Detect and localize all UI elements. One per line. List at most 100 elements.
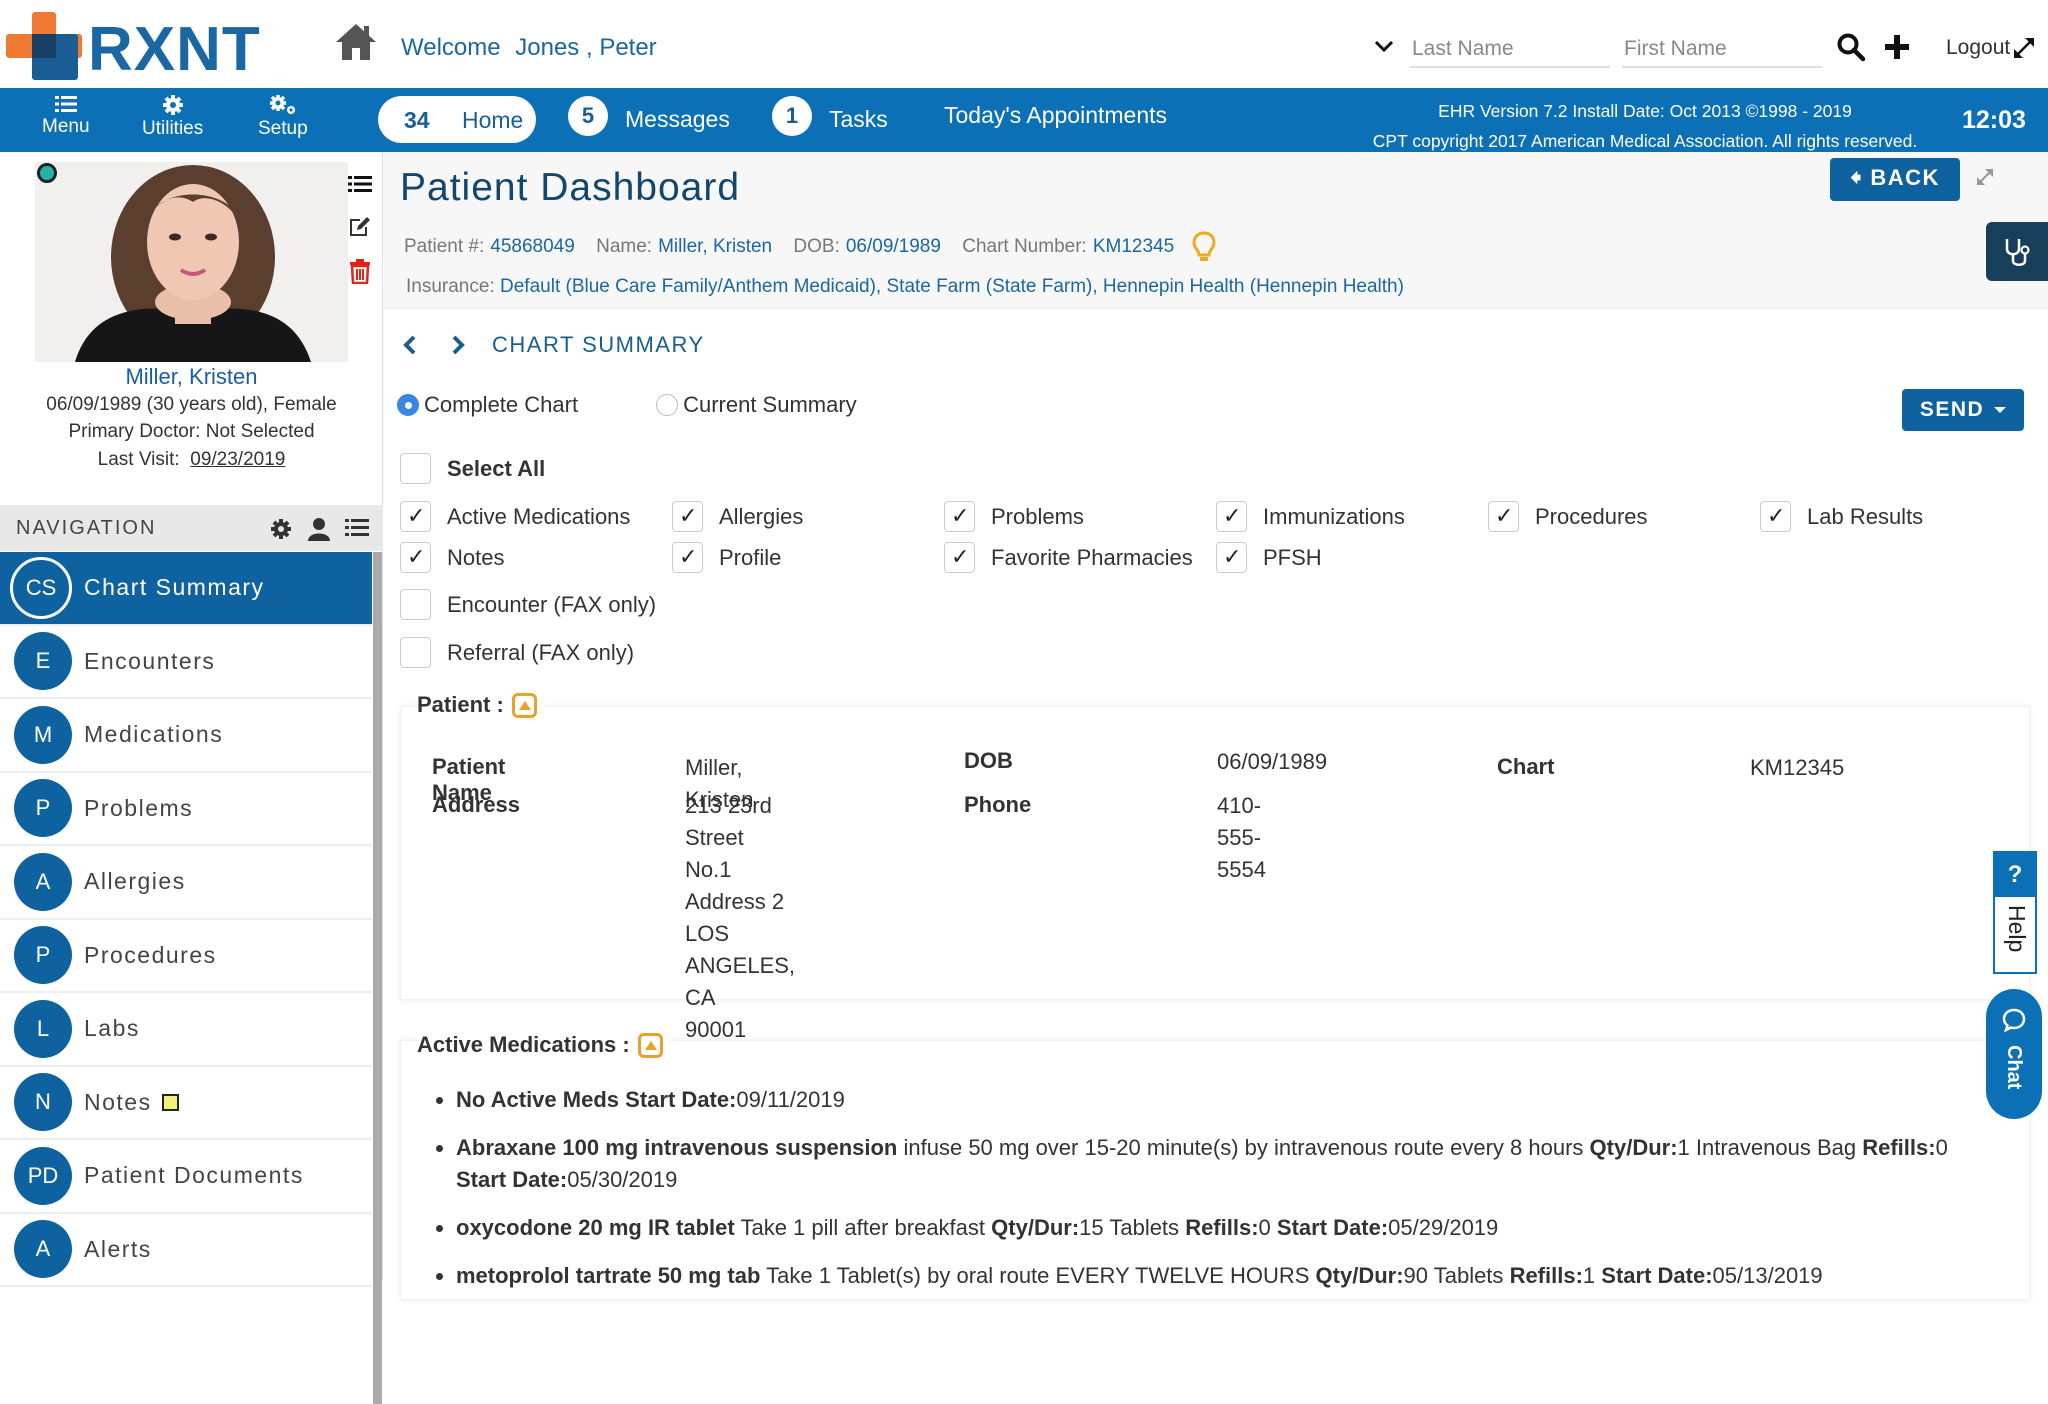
delete-patient-button[interactable] [348, 258, 378, 285]
nav-item-patient-documents[interactable]: PD Patient Documents [0, 1140, 372, 1214]
refills-label: Refills: [1185, 1215, 1259, 1240]
chat-tab[interactable]: Chat [1986, 989, 2042, 1119]
logout-link[interactable]: Logout [1946, 36, 2010, 60]
checkbox-label: PFSH [1263, 544, 1322, 570]
nav-item-alerts[interactable]: A Alerts [0, 1213, 372, 1287]
nav-abbr-badge: A [14, 1220, 72, 1279]
setup-label: Setup [258, 118, 308, 139]
sidebar-scrollbar[interactable] [373, 552, 382, 1404]
user-icon[interactable] [307, 517, 331, 541]
checkbox-favorite-pharmacies[interactable]: Favorite Pharmacies [944, 542, 1193, 573]
list-icon [348, 176, 372, 192]
checkbox-procedures[interactable]: Procedures [1488, 501, 1648, 532]
lightbulb-icon[interactable] [1191, 230, 1217, 264]
chevron-down-icon[interactable] [1372, 36, 1396, 56]
radio-label: Complete Chart [424, 392, 579, 417]
checkbox-box[interactable] [400, 453, 431, 484]
nav-item-medications[interactable]: M Medications [0, 699, 372, 773]
search-icon[interactable] [1836, 32, 1866, 62]
radio-current-summary[interactable]: Current Summary [656, 392, 857, 418]
last-visit-date-link[interactable]: 09/23/2019 [190, 449, 285, 470]
address-label: Address [432, 792, 521, 817]
nav-abbr-badge: P [14, 926, 72, 985]
clinical-tools-button[interactable] [1986, 222, 2048, 281]
utilities-button[interactable]: Utilities [142, 94, 203, 140]
qty-label: Qty/Dur: [991, 1215, 1080, 1240]
setup-button[interactable]: Setup [258, 94, 308, 140]
sidebar-patient-name[interactable]: Miller, Kristen [0, 364, 383, 390]
nav-item-procedures[interactable]: P Procedures [0, 919, 372, 993]
nav-abbr-badge: P [14, 779, 72, 838]
checkbox-profile[interactable]: Profile [672, 542, 781, 573]
messages-link[interactable]: 5 Messages [568, 96, 730, 136]
tasks-link[interactable]: 1 Tasks [772, 96, 888, 136]
todays-appointments-link[interactable]: Today's Appointments [944, 102, 1167, 129]
nav-item-notes[interactable]: N Notes [0, 1066, 372, 1140]
checkbox-box[interactable] [400, 637, 431, 668]
home-icon[interactable] [334, 22, 378, 62]
summary-type-radio-group: Complete Chart Current Summary [397, 392, 935, 418]
collapse-icon[interactable] [511, 692, 537, 718]
nav-item-allergies[interactable]: A Allergies [0, 846, 372, 920]
back-button[interactable]: 🠸 BACK [1830, 158, 1960, 201]
medication-sig: Take 1 Tablet(s) by oral route EVERY TWE… [766, 1263, 1310, 1288]
checkbox-pfsh[interactable]: PFSH [1216, 542, 1322, 573]
patient-info-line: Patient #: 45868049 Name: Miller, Kristen … [404, 230, 1217, 264]
chevron-left-icon[interactable] [400, 333, 422, 357]
checkbox-box[interactable] [944, 542, 975, 573]
first-name-search-input[interactable] [1622, 32, 1822, 68]
insurance-list[interactable]: Default (Blue Care Family/Anthem Medicai… [500, 276, 1404, 297]
checkbox-box[interactable] [672, 501, 703, 532]
collapse-icon[interactable] [637, 1032, 663, 1058]
checkbox-active-medications[interactable]: Active Medications [400, 501, 630, 532]
expand-icon[interactable] [1974, 166, 1996, 188]
radio-complete-chart[interactable]: Complete Chart [397, 392, 578, 418]
checkbox-allergies[interactable]: Allergies [672, 501, 803, 532]
checkbox-box[interactable] [1216, 542, 1247, 573]
trash-icon [350, 259, 370, 285]
checkbox-box[interactable] [1760, 501, 1791, 532]
patient-section [400, 706, 2030, 1000]
patient-list-button[interactable] [348, 174, 378, 198]
checkbox-label: Problems [991, 503, 1084, 529]
chevron-right-icon[interactable] [446, 333, 468, 357]
nav-item-problems[interactable]: P Problems [0, 772, 372, 846]
send-dropdown-button[interactable]: SEND [1902, 389, 2024, 431]
checkbox-box[interactable] [672, 542, 703, 573]
help-tab[interactable]: ? Help [1993, 851, 2037, 974]
nav-abbr-badge: A [14, 852, 72, 911]
start-date-label: Start Date: [456, 1167, 568, 1192]
radio-selected-indicator[interactable] [397, 394, 419, 416]
nav-item-encounters[interactable]: E Encounters [0, 625, 372, 699]
select-all-checkbox[interactable]: Select All [400, 453, 545, 484]
checkbox-referral-fax[interactable]: Referral (FAX only) [400, 637, 634, 668]
checkbox-notes[interactable]: Notes [400, 542, 504, 573]
home-nav-pill[interactable]: 34 Home [378, 96, 536, 143]
medication-name: oxycodone 20 mg IR tablet [456, 1215, 735, 1240]
rxnt-logo[interactable]: RXNT [6, 12, 260, 82]
help-question-icon: ? [1995, 853, 2035, 897]
checkbox-problems[interactable]: Problems [944, 501, 1084, 532]
last-name-search-input[interactable] [1410, 32, 1610, 68]
checkbox-immunizations[interactable]: Immunizations [1216, 501, 1405, 532]
checkbox-box[interactable] [944, 501, 975, 532]
checkbox-box[interactable] [400, 542, 431, 573]
list-icon[interactable] [345, 517, 369, 539]
checkbox-label: Allergies [719, 503, 804, 529]
radio-indicator[interactable] [656, 394, 679, 416]
edit-patient-button[interactable] [348, 216, 378, 240]
patient-dob: 06/09/1989 [845, 236, 941, 258]
checkbox-box[interactable] [1488, 501, 1519, 532]
menu-button[interactable]: Menu [42, 94, 90, 138]
checkbox-box[interactable] [1216, 501, 1247, 532]
add-patient-icon[interactable] [1882, 32, 1912, 62]
nav-item-chart-summary[interactable]: CS Chart Summary [0, 552, 372, 626]
patient-photo [35, 162, 348, 362]
checkbox-box[interactable] [400, 501, 431, 532]
fullscreen-expand-icon[interactable] [2010, 34, 2038, 62]
gear-icon[interactable] [269, 517, 293, 541]
checkbox-box[interactable] [400, 589, 431, 620]
nav-item-labs[interactable]: L Labs [0, 993, 372, 1067]
checkbox-lab-results[interactable]: Lab Results [1760, 501, 1923, 532]
checkbox-encounter-fax[interactable]: Encounter (FAX only) [400, 589, 656, 620]
